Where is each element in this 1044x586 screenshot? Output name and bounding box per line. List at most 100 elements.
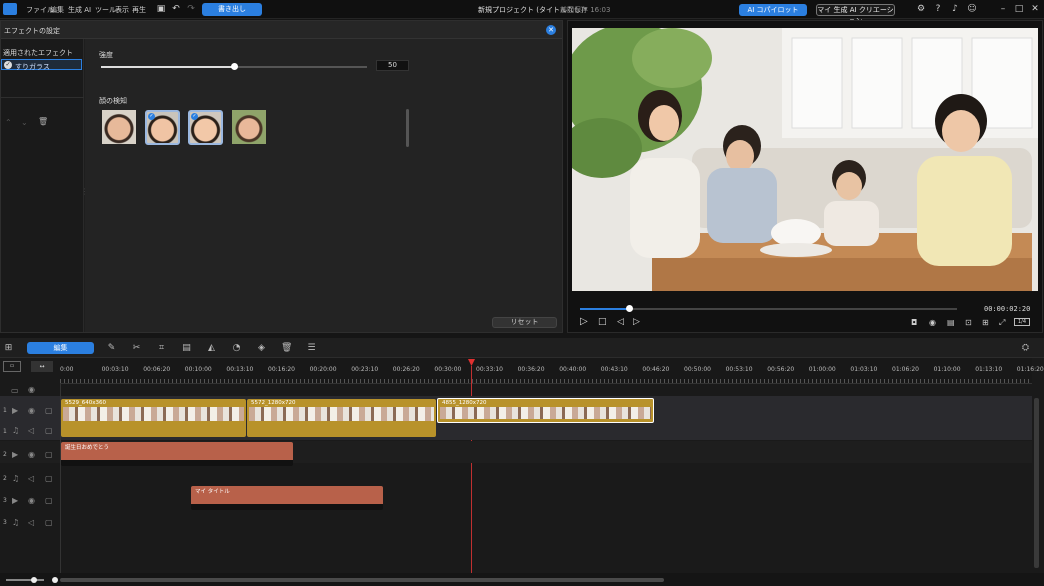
check-icon[interactable]: ✓ — [4, 61, 12, 69]
mask-icon[interactable]: ◈ — [256, 343, 267, 354]
face-thumbnail[interactable] — [102, 110, 136, 144]
prev-frame-icon[interactable]: ◁ — [617, 317, 624, 327]
speaker-icon[interactable]: ◁ — [28, 426, 34, 435]
next-frame-icon[interactable]: ▷ — [633, 317, 640, 327]
preview-timecode: 00:00:02:20 — [984, 305, 1031, 313]
zoom-icon[interactable]: ⊡ — [965, 318, 972, 327]
scissors-icon[interactable]: ✂ — [131, 343, 142, 354]
preview-progress-knob[interactable] — [626, 305, 633, 312]
move-down-icon[interactable]: ⌄ — [21, 118, 28, 127]
lock-icon[interactable]: ▢ — [45, 426, 53, 435]
effect-settings-panel: エフェクトの設定 ✕ 適用されたエフェクト ✓ すりガラス ⌃ ⌄ 🗑 ⋮ 強度… — [0, 20, 563, 333]
preview-progress-track[interactable] — [580, 305, 957, 312]
fullscreen-icon[interactable]: ⤢ — [999, 318, 1005, 328]
settings-icon[interactable]: ⛭ — [1020, 343, 1031, 354]
track-3-audio: 3 ♫ ◁ ▢ — [0, 510, 1032, 532]
menu-gen-ai[interactable]: 生成 AI — [68, 5, 91, 15]
snapshot-icon[interactable]: ◘ — [911, 318, 917, 327]
menu-view[interactable]: 表示 — [115, 5, 129, 15]
face-thumbnail-selected[interactable]: ✓ — [145, 110, 180, 145]
horizontal-scrollbar[interactable] — [60, 578, 664, 582]
eye-header-icon[interactable]: ◉ — [28, 385, 35, 394]
list-icon[interactable]: ☰ — [306, 343, 317, 354]
eye-icon[interactable]: ◉ — [28, 406, 35, 415]
preview-panel: 00:00:02:20 ▷ □ ◁ ▷ ◘ ◉ ▤ ⊡ ⊞ ⤢ 1/4 — [567, 20, 1043, 333]
horizontal-scroll-knob[interactable] — [52, 577, 58, 583]
menu-playback[interactable]: 再生 — [132, 5, 146, 15]
applied-effect-item[interactable]: ✓ すりガラス — [1, 59, 82, 71]
title-clip[interactable]: 誕生日おめでとう — [61, 442, 293, 466]
ai-copilot-button[interactable]: AI コパイロット — [739, 4, 807, 16]
timeline-ruler[interactable]: 0:00 00:03:10 00:06:20 00:10:00 00:13:10 00:1… — [60, 358, 1044, 384]
strength-value-field[interactable]: 50 — [376, 60, 409, 71]
ruler-tick-label: 00:10:00 — [184, 366, 212, 373]
maximize-icon[interactable]: □ — [1014, 4, 1024, 14]
clip-label: 誕生日おめでとう — [65, 445, 110, 451]
timeline-fit-icon[interactable]: ▭ — [3, 361, 21, 372]
face-list-scrollbar[interactable] — [406, 109, 409, 147]
ruler-tick-label: 00:40:00 — [559, 366, 587, 373]
ruler-tick-label: 00:33:10 — [476, 366, 503, 373]
speaker-icon[interactable]: ◁ — [28, 474, 34, 483]
minimize-icon[interactable]: – — [998, 4, 1008, 14]
reset-button[interactable]: リセット — [492, 317, 557, 328]
add-track-icon[interactable]: ⊞ — [3, 343, 14, 354]
bell-icon[interactable]: ♪ — [950, 4, 960, 14]
zoom-slider-track[interactable] — [6, 579, 44, 581]
video-clip[interactable]: 5572_1280x720 — [247, 399, 436, 437]
lock-icon[interactable]: ▢ — [45, 518, 53, 527]
lock-icon[interactable]: ▢ — [45, 406, 53, 415]
speaker-icon[interactable]: ◁ — [28, 518, 34, 527]
vertical-scrollbar[interactable] — [1034, 398, 1039, 568]
trash-icon[interactable]: 🗑 — [38, 117, 48, 126]
zoom-slider-knob[interactable] — [31, 577, 37, 583]
pen-icon[interactable]: ✎ — [106, 343, 117, 354]
face-thumbnail-selected[interactable]: ✓ — [188, 110, 223, 145]
ruler-tick-label: 00:30:00 — [434, 366, 462, 373]
play-icon[interactable]: ▷ — [580, 316, 588, 327]
ai-creation-button[interactable]: マイ 生成 AI クリエーション — [816, 4, 895, 25]
timeline-snap-icon[interactable]: ↔ — [31, 361, 53, 372]
redo-icon[interactable]: ↷ — [186, 4, 196, 14]
menu-tools[interactable]: ツール — [95, 5, 116, 15]
lock-icon[interactable]: ▢ — [45, 450, 53, 459]
subtitle-icon[interactable]: ▤ — [947, 318, 955, 327]
delete-icon[interactable]: 🗑 — [281, 343, 292, 354]
save-icon[interactable]: ▣ — [156, 4, 166, 14]
record-icon[interactable]: ◉ — [929, 318, 936, 327]
gear-icon[interactable]: ⚙ — [916, 4, 926, 14]
eye-icon[interactable]: ◉ — [28, 496, 35, 505]
strength-slider-knob[interactable] — [231, 63, 238, 70]
speed-icon[interactable]: ◔ — [231, 343, 242, 354]
undo-icon[interactable]: ↶ — [171, 4, 181, 14]
track-number: 1 — [3, 407, 7, 414]
quality-badge[interactable]: 1/4 — [1014, 318, 1030, 326]
track-visibility-header-icon[interactable]: ▭ — [11, 386, 19, 395]
ruler-tick-label: 00:46:20 — [642, 366, 670, 373]
track-number: 2 — [3, 475, 7, 482]
close-icon[interactable]: ✕ — [1030, 4, 1040, 14]
layout-icon[interactable]: ⊞ — [982, 318, 989, 327]
text-icon[interactable]: ▤ — [181, 343, 192, 354]
move-up-icon[interactable]: ⌃ — [5, 118, 12, 127]
lock-icon[interactable]: ▢ — [45, 496, 53, 505]
face-thumbnail[interactable] — [232, 110, 266, 144]
help-icon[interactable]: ? — [933, 4, 943, 14]
video-clip[interactable]: 5529_640x360 — [61, 399, 246, 437]
video-clip-selected[interactable]: 4855_1280x720 — [437, 398, 654, 423]
tab-edit[interactable]: 編集 — [27, 342, 94, 354]
flip-icon[interactable]: ◭ — [206, 343, 217, 354]
stop-icon[interactable]: □ — [598, 317, 607, 327]
title-clip[interactable]: マイ タイトル — [191, 486, 383, 510]
clip-label: 5572_1280x720 — [251, 400, 296, 406]
eye-icon[interactable]: ◉ — [28, 450, 35, 459]
audio-track-icon: ♫ — [12, 474, 20, 483]
user-icon[interactable]: ☺ — [967, 4, 977, 14]
strength-slider-track[interactable] — [101, 63, 367, 70]
close-panel-icon[interactable]: ✕ — [546, 25, 556, 35]
export-button[interactable]: 書き出し — [202, 3, 262, 16]
ruler-tick-label: 00:20:00 — [309, 366, 337, 373]
lock-icon[interactable]: ▢ — [45, 474, 53, 483]
crop-icon[interactable]: ⌗ — [156, 343, 167, 354]
menu-edit[interactable]: 編集 — [50, 5, 64, 15]
